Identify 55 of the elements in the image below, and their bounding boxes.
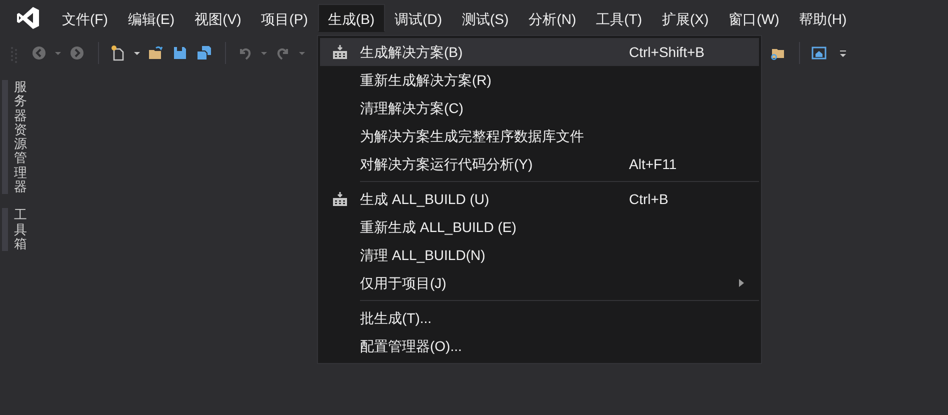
caret-icon <box>55 52 61 54</box>
menu-item[interactable]: 工具(T) <box>586 4 652 32</box>
menu-item[interactable]: 项目(P) <box>251 4 318 32</box>
side-tab[interactable]: 工具箱 <box>0 208 27 252</box>
back-icon <box>31 45 47 61</box>
menu-item[interactable]: 调试(D) <box>384 4 452 32</box>
menu-item[interactable]: 扩展(X) <box>652 4 719 32</box>
menu-label: 为解决方案生成完整程序数据库文件 <box>360 126 585 146</box>
window-icon <box>811 45 827 61</box>
menu-item[interactable]: 分析(N) <box>518 4 586 32</box>
menu-item[interactable]: 仅用于项目(J) <box>320 269 759 297</box>
menu-item[interactable]: 帮助(H) <box>789 4 857 32</box>
menu-label: 生成 ALL_BUILD (U) <box>360 190 490 209</box>
menu-item[interactable]: 生成(B) <box>318 4 385 32</box>
caret-icon <box>299 52 305 54</box>
menu-label: 重新生成解决方案(R) <box>360 70 492 90</box>
shortcut-text: Ctrl+B <box>629 190 670 208</box>
menu-item[interactable]: 视图(V) <box>184 4 252 32</box>
menu-label: 清理解决方案(C) <box>360 98 464 118</box>
menu-item[interactable]: 配置管理器(O)... <box>320 332 759 360</box>
save-all-icon <box>196 45 212 61</box>
open-folder-icon <box>148 45 164 61</box>
menu-label: 对解决方案运行代码分析(Y) <box>360 154 534 174</box>
menu-item[interactable]: 测试(S) <box>452 4 519 32</box>
forward-icon <box>69 45 85 61</box>
side-tab[interactable]: 服务器资源管理器 <box>0 80 27 194</box>
new-file-icon <box>110 45 126 61</box>
side-tab-label: 服务器资源管理器 <box>14 80 27 194</box>
save-icon <box>172 45 188 61</box>
menu-item[interactable]: 窗口(W) <box>718 4 790 32</box>
menu-item[interactable]: 编辑(E) <box>118 4 185 32</box>
menu-item[interactable]: 重新生成 ALL_BUILD (E) <box>320 213 759 241</box>
menu-item[interactable]: 清理 ALL_BUILD(N) <box>320 241 759 269</box>
app-logo <box>16 6 40 30</box>
menu-item[interactable]: 生成 ALL_BUILD (U) Ctrl+B <box>320 185 759 213</box>
menu-label: 重新生成 ALL_BUILD (E) <box>360 218 518 237</box>
menu-item[interactable]: 生成解决方案(B) Ctrl+Shift+B <box>320 38 759 66</box>
menu-item[interactable]: 重新生成解决方案(R) <box>320 66 759 94</box>
menu-item[interactable]: 为解决方案生成完整程序数据库文件 <box>320 122 759 150</box>
menu-item[interactable]: 文件(F) <box>52 4 118 32</box>
caret-icon <box>261 52 267 54</box>
side-tab-label: 工具箱 <box>14 208 27 252</box>
toolbar-grip[interactable] <box>10 44 18 62</box>
menu-item[interactable]: 批生成(T)... <box>320 304 759 332</box>
menu-label: 配置管理器(O)... <box>360 336 463 356</box>
menu-label: 批生成(T)... <box>360 308 433 328</box>
caret-icon <box>134 52 140 54</box>
shortcut-text: Alt+F11 <box>629 154 678 174</box>
shortcut-text: Ctrl+Shift+B <box>629 42 706 62</box>
menu-item[interactable]: 清理解决方案(C) <box>320 94 759 122</box>
menu-label: 仅用于项目(J) <box>360 274 448 293</box>
menu-label: 清理 ALL_BUILD(N) <box>360 246 486 265</box>
menu-item[interactable]: 对解决方案运行代码分析(Y) Alt+F11 <box>320 150 759 178</box>
menu-label: 生成解决方案(B) <box>360 42 464 62</box>
submenu-arrow-icon <box>739 279 744 287</box>
